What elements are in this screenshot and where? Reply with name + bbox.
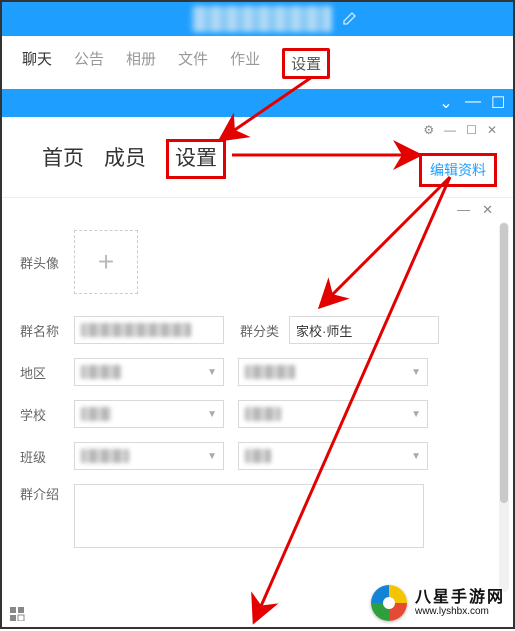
page-tab-home[interactable]: 首页	[42, 142, 84, 172]
chevron-down-icon: ▼	[207, 451, 217, 462]
combo-class-1[interactable]: ▼	[74, 442, 224, 470]
label-intro: 群介绍	[20, 484, 64, 503]
label-school: 学校	[20, 405, 64, 424]
edit-profile-link[interactable]: 编辑资料	[430, 162, 486, 178]
blurred-value	[245, 407, 281, 421]
minimize-icon[interactable]: —	[444, 123, 456, 137]
input-category[interactable]: 家校·师生	[289, 316, 439, 344]
chevron-down-icon: ▼	[207, 409, 217, 420]
maximize-icon[interactable]: ☐	[466, 123, 477, 137]
page-header: ⚙ — ☐ ✕ 首页 成员 设置 编辑资料	[2, 117, 513, 198]
group-title-blurred	[192, 6, 332, 32]
tab-files[interactable]: 文件	[178, 48, 208, 79]
title-bar	[2, 2, 513, 36]
blurred-value	[81, 449, 129, 463]
label-class: 班级	[20, 447, 64, 466]
blurred-value	[245, 449, 271, 463]
maximize-icon[interactable]: ☐	[491, 93, 505, 113]
sub-window-titlebar: ⌄ — ☐	[2, 89, 513, 117]
combo-region-1[interactable]: ▼	[74, 358, 224, 386]
tab-homework[interactable]: 作业	[230, 48, 260, 79]
combo-class-2[interactable]: ▼	[238, 442, 428, 470]
minimize-icon[interactable]: —	[465, 93, 479, 113]
input-group-name[interactable]	[74, 316, 224, 344]
tab-chat[interactable]: 聊天	[22, 48, 52, 79]
scrollbar[interactable]	[499, 222, 509, 592]
combo-school-1[interactable]: ▼	[74, 400, 224, 428]
minimize-icon[interactable]: —	[457, 202, 470, 218]
combo-school-2[interactable]: ▼	[238, 400, 428, 428]
chevron-down-icon: ▼	[411, 367, 421, 378]
chevron-down-icon: ▼	[411, 409, 421, 420]
watermark-url: www.lyshbx.com	[415, 606, 505, 617]
blurred-value	[245, 365, 295, 379]
avatar-upload[interactable]: +	[74, 230, 138, 294]
main-nav: 聊天 公告 相册 文件 作业 设置	[2, 36, 513, 89]
textarea-intro[interactable]	[74, 484, 424, 548]
label-avatar: 群头像	[20, 253, 64, 272]
chevron-down-icon: ▼	[207, 367, 217, 378]
blurred-value	[81, 323, 191, 337]
chevron-down-icon: ▼	[411, 451, 421, 462]
edit-profile-highlight: 编辑资料	[419, 153, 497, 187]
watermark-title: 八星手游网	[415, 589, 505, 607]
gear-icon[interactable]: ⚙	[423, 123, 434, 137]
window-grip-icon	[10, 607, 30, 621]
scrollbar-thumb[interactable]	[500, 223, 508, 503]
pencil-icon[interactable]	[342, 10, 358, 26]
page-tab-members[interactable]: 成员	[104, 142, 146, 172]
watermark-logo-icon	[371, 585, 407, 621]
close-icon[interactable]: ✕	[487, 123, 497, 137]
label-group-name: 群名称	[20, 321, 64, 340]
blurred-value	[81, 407, 111, 421]
edit-form: — ✕ 群头像 + 群名称 群分类 家校·师生 地区 ▼ ▼ 学校 ▼	[2, 198, 513, 572]
label-region: 地区	[20, 363, 64, 382]
tab-album[interactable]: 相册	[126, 48, 156, 79]
label-category: 群分类	[240, 321, 279, 340]
page-tab-settings[interactable]: 设置	[166, 139, 226, 179]
tab-settings[interactable]: 设置	[282, 48, 330, 79]
combo-region-2[interactable]: ▼	[238, 358, 428, 386]
close-icon[interactable]: ✕	[482, 202, 493, 218]
watermark: 八星手游网 www.lyshbx.com	[371, 585, 505, 621]
tab-announce[interactable]: 公告	[74, 48, 104, 79]
plus-icon: +	[98, 246, 114, 278]
category-value: 家校·师生	[296, 321, 352, 340]
dropdown-icon[interactable]: ⌄	[439, 93, 453, 113]
blurred-value	[81, 365, 121, 379]
